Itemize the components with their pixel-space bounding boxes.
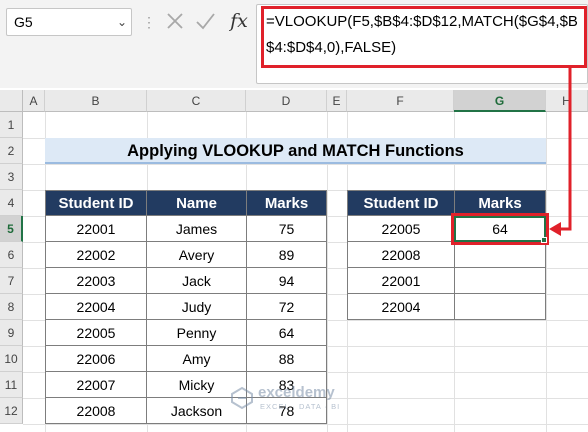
exceldemy-watermark: exceldemy EXCEL · DATA · BI — [228, 380, 378, 420]
chevron-down-icon[interactable]: ⌄ — [112, 8, 132, 36]
lookup-header-student-id[interactable]: Student ID — [347, 190, 455, 216]
column-header-f[interactable]: F — [347, 90, 454, 112]
cancel-icon[interactable] — [164, 10, 186, 32]
row-header-4[interactable]: 4 — [0, 190, 23, 216]
column-header-b[interactable]: B — [45, 90, 147, 112]
row-header-1[interactable]: 1 — [0, 112, 23, 138]
table-cell[interactable]: Penny — [146, 319, 247, 346]
lookup-result-cell[interactable] — [454, 241, 546, 268]
table-cell[interactable]: 72 — [246, 293, 327, 320]
table-cell[interactable]: 94 — [246, 267, 327, 294]
sheet-title[interactable]: Applying VLOOKUP and MATCH Functions — [45, 138, 546, 164]
table-cell[interactable]: 22005 — [45, 319, 147, 346]
column-header-h[interactable]: H — [546, 90, 588, 112]
row-header-7[interactable]: 7 — [0, 268, 23, 294]
drag-handle-icon[interactable]: ⋮ — [142, 10, 156, 34]
row-header-5[interactable]: 5 — [0, 216, 23, 242]
column-header-e[interactable]: E — [327, 90, 347, 112]
table-cell[interactable]: Jack — [146, 267, 247, 294]
table-cell[interactable]: 22002 — [45, 241, 147, 268]
select-all-corner[interactable] — [0, 90, 23, 112]
table-header-name[interactable]: Name — [146, 190, 247, 216]
table-cell[interactable]: 22006 — [45, 345, 147, 372]
result-highlight-box — [451, 213, 549, 245]
lookup-result-cell[interactable] — [454, 293, 546, 320]
table-cell[interactable]: 22001 — [45, 215, 147, 242]
table-cell[interactable]: 75 — [246, 215, 327, 242]
insert-function-icon[interactable]: fx — [224, 6, 254, 36]
table-cell[interactable]: 22008 — [45, 397, 147, 424]
grid-line — [23, 424, 588, 425]
lookup-cell[interactable]: 22001 — [347, 267, 455, 294]
table-cell[interactable]: 22003 — [45, 267, 147, 294]
lookup-cell[interactable]: 22005 — [347, 215, 455, 242]
watermark-tagline: EXCEL · DATA · BI — [260, 402, 341, 411]
lookup-cell[interactable]: 22004 — [347, 293, 455, 320]
table-cell[interactable]: 88 — [246, 345, 327, 372]
row-header-11[interactable]: 11 — [0, 372, 23, 398]
table-cell[interactable]: Avery — [146, 241, 247, 268]
lookup-cell[interactable]: 22008 — [347, 241, 455, 268]
row-header-9[interactable]: 9 — [0, 320, 23, 346]
table-cell[interactable]: 89 — [246, 241, 327, 268]
table-cell[interactable]: 64 — [246, 319, 327, 346]
column-header-c[interactable]: C — [147, 90, 246, 112]
table-cell[interactable]: Amy — [146, 345, 247, 372]
table-header-student-id[interactable]: Student ID — [45, 190, 147, 216]
grid-line — [23, 164, 588, 165]
row-header-10[interactable]: 10 — [0, 346, 23, 372]
row-header-8[interactable]: 8 — [0, 294, 23, 320]
logo-icon — [231, 386, 253, 410]
table-header-marks[interactable]: Marks — [246, 190, 327, 216]
fill-handle[interactable] — [541, 237, 547, 243]
row-header-2[interactable]: 2 — [0, 138, 23, 164]
column-header-a[interactable]: A — [23, 90, 45, 112]
enter-check-icon[interactable] — [194, 10, 216, 32]
column-header-d[interactable]: D — [246, 90, 327, 112]
table-cell[interactable]: 22004 — [45, 293, 147, 320]
table-cell[interactable]: Judy — [146, 293, 247, 320]
table-cell[interactable]: James — [146, 215, 247, 242]
row-header-3[interactable]: 3 — [0, 164, 23, 190]
row-header-6[interactable]: 6 — [0, 242, 23, 268]
row-header-12[interactable]: 12 — [0, 398, 23, 424]
table-cell[interactable]: 22007 — [45, 371, 147, 398]
column-header-g[interactable]: G — [454, 90, 546, 112]
formula-text[interactable]: =VLOOKUP(F5,$B$4:$D$12,MATCH($G$4,$B$4:$… — [266, 9, 582, 61]
lookup-result-cell[interactable] — [454, 267, 546, 294]
watermark-name: exceldemy — [258, 384, 335, 401]
grid-line — [546, 112, 547, 432]
